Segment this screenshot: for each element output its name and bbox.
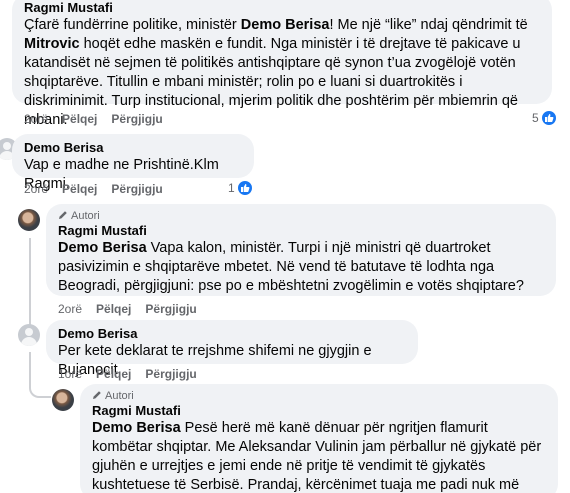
comment-author[interactable]: Ragmi Mustafi (24, 0, 540, 16)
reaction-number: 1 (228, 181, 235, 195)
reaction-count[interactable]: 1 (228, 180, 253, 196)
thumbs-up-icon (540, 110, 557, 126)
comment-bubble: Autori Ragmi Mustafi Demo Berisa Vapa ka… (46, 204, 556, 296)
comment-actions: 2orë Pëlqej Përgjigju (58, 302, 211, 317)
reply-button[interactable]: Përgjigju (111, 112, 162, 126)
comment-actions: 1orë Pëlqej Përgjigju (58, 367, 211, 382)
mention-link[interactable]: Demo Berisa (92, 420, 181, 436)
comment-text: Demo Berisa Vapa kalon, ministër. Turpi … (58, 239, 544, 296)
badge-label: Autori (105, 390, 134, 402)
timestamp[interactable]: 2orë (58, 302, 82, 316)
text-segment: ! Me një “like” ndaj qëndrimit të (329, 17, 528, 33)
author-badge: Autori (92, 390, 546, 403)
comment-bubble: Demo Berisa Vap e madhe ne Prishtinë.Klm… (12, 134, 254, 192)
like-button[interactable]: Pëlqej (96, 367, 131, 381)
comment-bubble: Ragmi Mustafi Çfarë fundërrine politike,… (12, 0, 552, 128)
comment-author[interactable]: Demo Berisa (24, 140, 242, 156)
like-button[interactable]: Pëlqej (62, 182, 97, 196)
reply-button[interactable]: Përgjigju (145, 367, 196, 381)
comment-author[interactable]: Ragmi Mustafi (92, 403, 546, 419)
comment-bubble: Autori Ragmi Mustafi Demo Berisa Pesë he… (80, 384, 558, 493)
reaction-number: 5 (532, 111, 539, 125)
user-avatar-icon[interactable] (18, 324, 40, 346)
reaction-count[interactable]: 5 (532, 110, 557, 126)
mention-link[interactable]: Mitrovic (24, 36, 80, 52)
timestamp[interactable]: 2orë (24, 112, 48, 126)
badge-label: Autori (71, 210, 100, 222)
comment-actions: 2orë Pëlqej Përgjigju (24, 182, 177, 197)
pencil-icon (93, 391, 101, 399)
text-segment: Çfarë fundërrine politike, ministër (24, 17, 241, 33)
user-avatar-icon[interactable] (18, 209, 40, 231)
author-badge: Autori (58, 210, 544, 223)
reply-button[interactable]: Përgjigju (111, 182, 162, 196)
comment-author[interactable]: Demo Berisa (58, 326, 406, 342)
thread-line (29, 238, 31, 336)
user-avatar-icon[interactable] (52, 389, 74, 411)
pencil-icon (59, 211, 67, 219)
comment-bubble: Demo Berisa Per kete deklarat te rrejshm… (46, 320, 418, 378)
like-button[interactable]: Pëlqej (96, 302, 131, 316)
comment-author[interactable]: Ragmi Mustafi (58, 223, 544, 239)
comment-actions: 2orë Pëlqej Përgjigju (24, 112, 177, 127)
like-button[interactable]: Pëlqej (62, 112, 97, 126)
reply-button[interactable]: Përgjigju (145, 302, 196, 316)
mention-link[interactable]: Demo Berisa (241, 17, 330, 33)
timestamp[interactable]: 1orë (58, 367, 82, 381)
mention-link[interactable]: Demo Berisa (58, 240, 147, 256)
timestamp[interactable]: 2orë (24, 182, 48, 196)
comment-text: Demo Berisa Pesë herë më kanë dënuar për… (92, 419, 546, 493)
thread-connector (29, 376, 51, 398)
thumbs-up-icon (236, 180, 253, 196)
